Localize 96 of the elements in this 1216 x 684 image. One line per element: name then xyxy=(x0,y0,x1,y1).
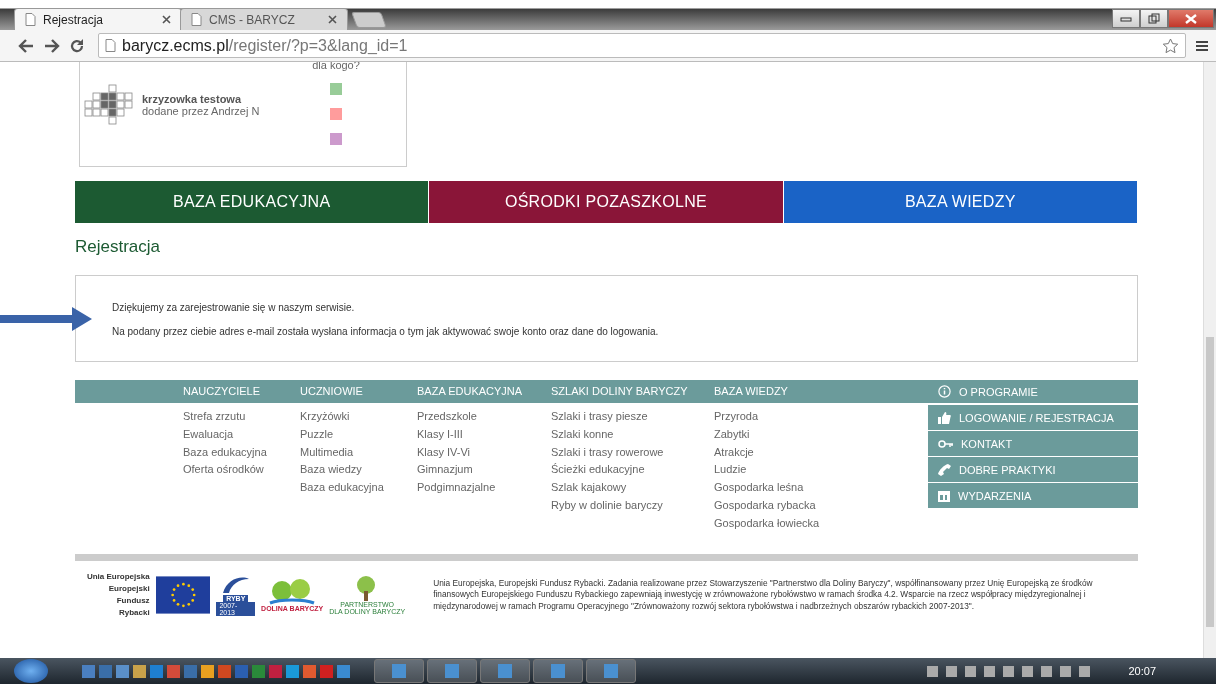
crossword-icon xyxy=(84,84,136,126)
tray-icon[interactable] xyxy=(984,665,996,677)
minimize-icon xyxy=(1120,15,1132,22)
eu-fund-label: Unia Europejska Europejski Fundusz Rybacki xyxy=(85,571,150,619)
taskbar-app-icon[interactable] xyxy=(303,664,316,678)
tray-icon[interactable] xyxy=(965,665,977,677)
back-icon[interactable] xyxy=(18,38,34,53)
footer-link[interactable]: Zabytki xyxy=(714,425,834,444)
close-icon[interactable] xyxy=(328,15,337,24)
tray-icon[interactable] xyxy=(946,665,958,677)
footer-link[interactable]: Gospodarka łowiecka xyxy=(714,514,834,533)
thumbs-up-icon xyxy=(938,411,951,424)
menu-icon[interactable] xyxy=(1196,39,1208,52)
taskbar-window-button[interactable] xyxy=(480,659,530,683)
page-icon xyxy=(191,13,202,26)
url-text: barycz.ecms.pl/register/?p=3&lang_id=1 xyxy=(122,36,409,55)
browser-tab[interactable]: CMS - BARYCZ xyxy=(180,8,348,30)
footer-link[interactable]: Krzyżówki xyxy=(300,408,417,426)
footer-link[interactable]: Ścieżki edukacyjne xyxy=(551,461,714,480)
footer-link[interactable]: Multimedia xyxy=(300,443,417,462)
footer-link[interactable]: Baza edukacyjna xyxy=(183,443,300,462)
tray-icon[interactable] xyxy=(1003,665,1015,677)
footer-link[interactable]: Ewaluacja xyxy=(183,425,300,444)
footer-link[interactable]: Gospodarka leśna xyxy=(714,479,834,497)
taskbar-app-icon[interactable] xyxy=(82,664,95,678)
footer-link[interactable]: Gimnazjum xyxy=(417,461,551,480)
footer-link[interactable]: Podgimnazjalne xyxy=(417,479,551,497)
footer-link[interactable]: Szlaki konne xyxy=(551,425,714,444)
taskbar-app-icon[interactable] xyxy=(133,664,146,678)
reload-icon[interactable] xyxy=(70,38,84,53)
crossword-title[interactable]: krzyzowka testowa xyxy=(142,93,260,105)
taskbar-app-icon[interactable] xyxy=(150,664,163,678)
author-text: dodane przez Andrzej N xyxy=(142,105,260,117)
tray-icon[interactable] xyxy=(1079,665,1091,677)
taskbar-app-icon[interactable] xyxy=(167,664,180,678)
minimize-button[interactable] xyxy=(1112,9,1140,28)
taskbar-app-icon[interactable] xyxy=(286,664,299,678)
scrollbar[interactable] xyxy=(1203,62,1216,658)
taskbar-window-button[interactable] xyxy=(374,659,424,683)
footer-link[interactable]: Ludzie xyxy=(714,461,834,480)
footer-link[interactable]: Szlaki i trasy rowerowe xyxy=(551,443,714,462)
footer-link[interactable]: Szlak kajakowy xyxy=(551,479,714,497)
footer-link[interactable]: Atrakcje xyxy=(714,443,834,462)
tray-icon[interactable] xyxy=(1060,665,1072,677)
close-icon[interactable] xyxy=(162,15,171,24)
phone-icon xyxy=(938,463,951,476)
message-text: Na podany przez ciebie adres e-mail została wysłana informacja o tym jak aktywować swoje konto oraz dane do logowania. xyxy=(112,326,660,337)
tab-title: Rejestracja xyxy=(43,12,105,27)
footer-link[interactable]: Szlaki i trasy piesze xyxy=(551,408,714,426)
info-icon xyxy=(938,385,951,398)
taskbar-app-icon[interactable] xyxy=(201,664,214,678)
footer-link[interactable]: Gospodarka rybacka xyxy=(714,497,834,515)
footer-link[interactable]: Baza edukacyjna xyxy=(300,479,417,497)
calendar-icon xyxy=(938,489,950,502)
footer-link[interactable]: Oferta ośrodków xyxy=(183,461,300,480)
taskbar-window-button[interactable] xyxy=(427,659,477,683)
tray-icon[interactable] xyxy=(1041,665,1053,677)
page-icon xyxy=(25,13,36,26)
main-nav-item[interactable]: BAZA EDUKACYJNA xyxy=(75,181,429,223)
footer-link[interactable]: Przyroda xyxy=(714,408,834,426)
close-icon xyxy=(1185,13,1197,24)
footer-link[interactable]: Klasy IV-Vi xyxy=(417,443,551,462)
taskbar-app-icon[interactable] xyxy=(337,664,350,678)
restore-button[interactable] xyxy=(1140,9,1168,28)
footer-link[interactable]: Puzzle xyxy=(300,425,417,444)
taskbar-app-icon[interactable] xyxy=(116,664,129,678)
footer-link[interactable]: Baza wiedzy xyxy=(300,461,417,480)
star-icon[interactable] xyxy=(1162,37,1179,54)
page-title: Rejestracja xyxy=(75,237,162,257)
footer-link[interactable]: Przedszkole xyxy=(417,408,551,426)
key-icon xyxy=(938,439,953,448)
taskbar-window-button[interactable] xyxy=(586,659,636,683)
funding-text: Unia Europejska, Europejski Fundusz Rybacki. Zadania realizowane przez Stowarzyszenie "Partnerstwo dla Doliny Baryczy", współfinansowany przez Unię Europejską ze środków finansowych Europejskiego Funduszu Rybackiego zapewniają inwestycję w zrównoważone rybołówstwo w ramach środka 4.2. Wsparcie na rzecz współpracy międzyregionalnej i międzynarodowej w ramach Programu Operacyjnego "Zrównoważony rozwój sektora rybołówstwa i nadbrzeżnych obszarów rybackich 2007-2013". xyxy=(433,577,1094,613)
tray-icon[interactable] xyxy=(1022,665,1034,677)
forward-icon[interactable] xyxy=(44,38,60,53)
clock-text[interactable]: 20:07 xyxy=(1128,665,1156,677)
tray-icon[interactable] xyxy=(927,665,939,677)
column-heading: dla kogo? xyxy=(312,62,360,71)
taskbar-app-icon[interactable] xyxy=(252,664,265,678)
taskbar-window-button[interactable] xyxy=(533,659,583,683)
restore-icon xyxy=(1148,12,1160,25)
address-bar[interactable]: barycz.ecms.pl/register/?p=3&lang_id=1 xyxy=(98,33,1186,58)
tab-title: CMS - BARYCZ xyxy=(209,12,296,27)
footer-link[interactable]: Strefa zrzutu xyxy=(183,408,300,426)
close-button[interactable] xyxy=(1168,9,1214,28)
browser-tab[interactable]: Rejestracja xyxy=(14,8,182,30)
main-nav-item[interactable]: BAZA WIEDZY xyxy=(783,181,1137,223)
new-tab-button[interactable] xyxy=(351,12,387,28)
footer-link[interactable]: Ryby w dolinie baryczy xyxy=(551,497,714,515)
footer-link[interactable]: Klasy I-III xyxy=(417,425,551,444)
taskbar-app-icon[interactable] xyxy=(218,664,231,678)
eu-flag-icon xyxy=(155,576,211,614)
start-button[interactable] xyxy=(14,659,48,683)
page-icon xyxy=(105,39,116,52)
main-nav-item[interactable]: OŚRODKI POZASZKOLNE xyxy=(429,181,783,223)
message-text: Dziękujemy za zarejestrowanie się w naszym serwisie. xyxy=(112,302,356,313)
